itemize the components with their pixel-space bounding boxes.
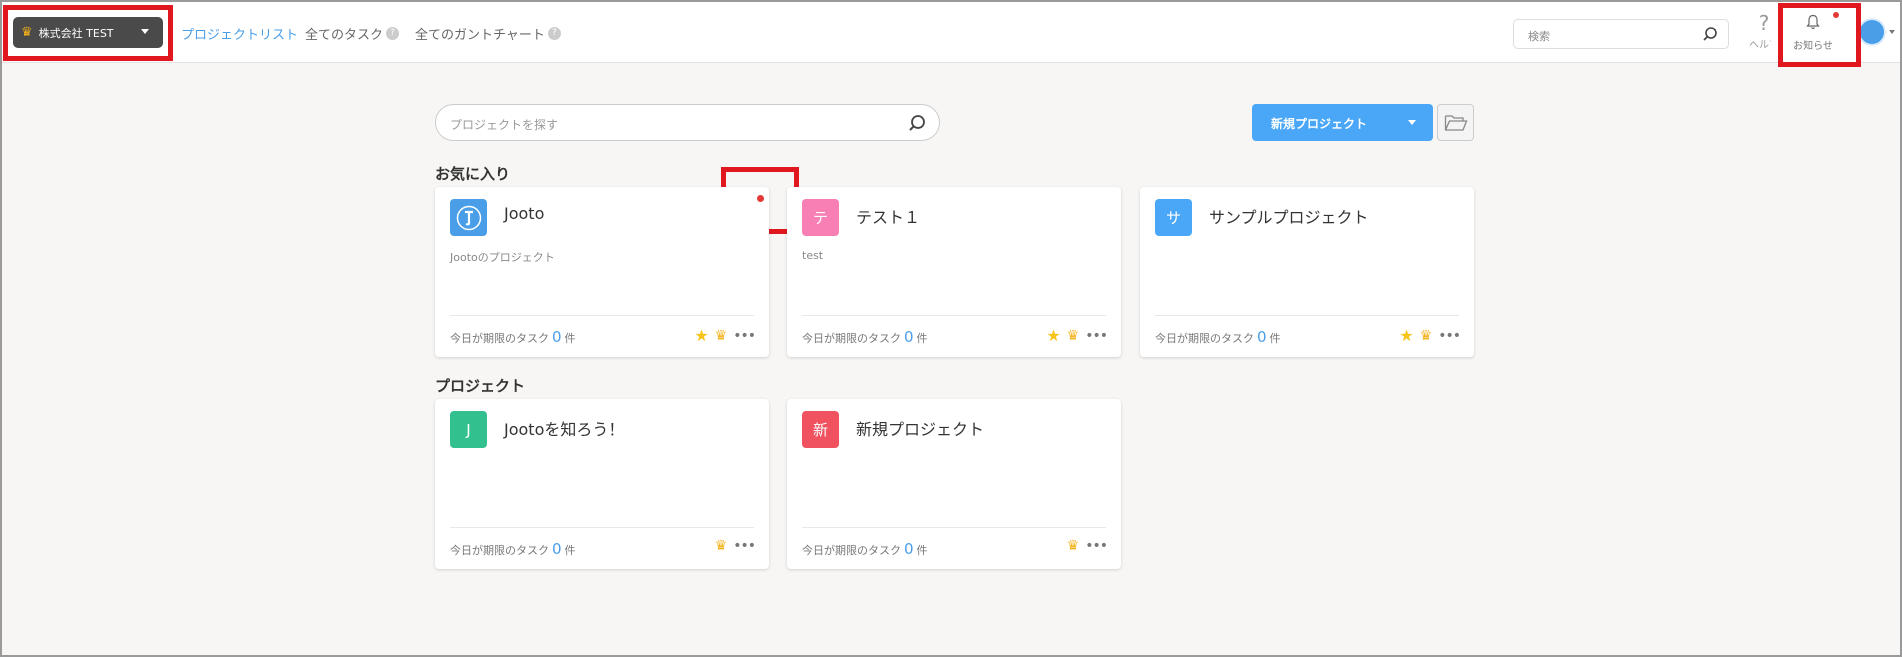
card-divider (802, 315, 1106, 316)
project-card[interactable]: Jooto Jootoのプロジェクト 今日が期限のタスク 0 件 ★ ♛ ••• (435, 187, 769, 357)
card-actions: ♛ ••• (714, 538, 756, 554)
crown-icon: ♛ (714, 538, 728, 554)
project-initial-icon: J (450, 411, 487, 448)
due-today-label: 今日が期限のタスク (1155, 332, 1254, 345)
due-today-count: 今日が期限のタスク 0 件 (802, 328, 928, 346)
new-project-label: 新規プロジェクト (1271, 117, 1368, 131)
unread-badge (757, 195, 764, 202)
chevron-down-icon[interactable] (1889, 30, 1895, 34)
project-description: test (802, 249, 824, 262)
card-divider (450, 315, 754, 316)
project-search-input[interactable]: プロジェクトを探す (435, 104, 940, 141)
card-actions: ♛ ••• (1066, 538, 1108, 554)
card-actions: ★ ♛ ••• (1046, 326, 1108, 345)
search-icon[interactable] (1702, 26, 1718, 42)
more-options-icon[interactable]: ••• (733, 328, 756, 344)
crown-icon: ♛ (1419, 327, 1433, 344)
project-card[interactable]: J Jootoを知ろう！ 今日が期限のタスク 0 件 ♛ ••• (435, 399, 769, 569)
global-search-input[interactable]: 検索 (1513, 19, 1729, 49)
project-initial-icon: 新 (802, 411, 839, 448)
folder-open-icon (1444, 114, 1467, 131)
project-initial-icon: テ (802, 199, 839, 236)
project-search-placeholder: プロジェクトを探す (450, 118, 559, 132)
help-circle-icon[interactable]: ? (386, 27, 400, 40)
due-today-number: 0 (552, 328, 562, 346)
due-today-unit: 件 (564, 544, 576, 557)
new-project-button[interactable]: 新規プロジェクト (1252, 104, 1433, 141)
help-label: ヘルプ (1749, 40, 1771, 51)
highlight-box-notifications (1778, 3, 1861, 67)
due-today-number: 0 (552, 540, 562, 558)
project-card[interactable]: 新 新規プロジェクト 今日が期限のタスク 0 件 ♛ ••• (787, 399, 1121, 569)
top-header: ♛ 株式会社 TEST プロジェクトリスト 全てのタスク ? 全てのガントチャー… (2, 2, 1900, 63)
star-icon[interactable]: ★ (1399, 326, 1413, 345)
more-options-icon[interactable]: ••• (1085, 538, 1108, 554)
due-today-unit: 件 (916, 544, 928, 557)
archive-folder-button[interactable] (1437, 104, 1474, 141)
nav-all-gantt-label: 全てのガントチャート (415, 28, 545, 43)
favorites-section-title: お気に入り (435, 165, 511, 183)
card-actions: ★ ♛ ••• (1399, 326, 1461, 345)
due-today-number: 0 (904, 540, 914, 558)
project-name[interactable]: Jootoを知ろう！ (504, 416, 624, 440)
help-button[interactable]: ? ヘルプ (1749, 12, 1779, 51)
due-today-label: 今日が期限のタスク (450, 544, 549, 557)
help-circle-icon[interactable]: ? (547, 27, 561, 40)
crown-icon: ♛ (1066, 327, 1080, 344)
project-name[interactable]: Jooto (504, 204, 544, 223)
jooto-logo-mark (456, 205, 481, 230)
global-search-placeholder: 検索 (1528, 30, 1550, 43)
project-name[interactable]: サンプルプロジェクト (1209, 204, 1369, 228)
due-today-count: 今日が期限のタスク 0 件 (802, 540, 928, 558)
due-today-count: 今日が期限のタスク 0 件 (450, 540, 576, 558)
user-avatar[interactable] (1858, 18, 1886, 46)
project-initial-icon: サ (1155, 199, 1192, 236)
due-today-number: 0 (1257, 328, 1267, 346)
crown-icon: ♛ (1066, 538, 1080, 554)
nav-all-tasks-label: 全てのタスク (305, 28, 384, 43)
projects-section-title: プロジェクト (435, 377, 526, 395)
more-options-icon[interactable]: ••• (1085, 328, 1108, 344)
star-icon[interactable]: ★ (1046, 326, 1060, 345)
project-card[interactable]: サ サンプルプロジェクト 今日が期限のタスク 0 件 ★ ♛ ••• (1140, 187, 1474, 357)
nav-project-list-label: プロジェクトリスト (181, 28, 299, 43)
due-today-label: 今日が期限のタスク (802, 544, 901, 557)
search-icon[interactable] (907, 113, 927, 133)
nav-project-list[interactable]: プロジェクトリスト (181, 24, 298, 43)
due-today-number: 0 (904, 328, 914, 346)
highlight-box-organization (3, 5, 173, 61)
star-icon[interactable]: ★ (694, 326, 708, 345)
card-actions: ★ ♛ ••• (694, 326, 756, 345)
project-name[interactable]: テスト１ (856, 204, 920, 228)
due-today-unit: 件 (564, 332, 576, 345)
chevron-down-icon[interactable] (1408, 120, 1416, 125)
nav-all-tasks[interactable]: 全てのタスク ? (305, 24, 400, 43)
card-divider (1155, 315, 1459, 316)
more-options-icon[interactable]: ••• (1438, 328, 1461, 344)
question-icon: ? (1758, 11, 1770, 35)
more-options-icon[interactable]: ••• (733, 538, 756, 554)
due-today-unit: 件 (1269, 332, 1281, 345)
project-name[interactable]: 新規プロジェクト (856, 416, 984, 440)
card-divider (450, 527, 754, 528)
due-today-unit: 件 (916, 332, 928, 345)
due-today-count: 今日が期限のタスク 0 件 (1155, 328, 1281, 346)
jooto-logo-icon (450, 199, 487, 236)
due-today-count: 今日が期限のタスク 0 件 (450, 328, 576, 346)
due-today-label: 今日が期限のタスク (450, 332, 549, 345)
crown-icon: ♛ (714, 327, 728, 344)
project-card[interactable]: テ テスト１ test 今日が期限のタスク 0 件 ★ ♛ ••• (787, 187, 1121, 357)
card-divider (802, 527, 1106, 528)
project-description: Jootoのプロジェクト (450, 251, 555, 264)
nav-all-gantt[interactable]: 全てのガントチャート ? (415, 24, 561, 43)
due-today-label: 今日が期限のタスク (802, 332, 901, 345)
